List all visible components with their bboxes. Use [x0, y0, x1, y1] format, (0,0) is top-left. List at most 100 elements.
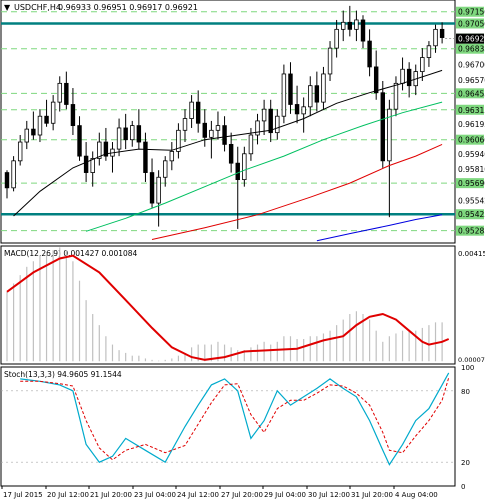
candle-body — [64, 82, 69, 105]
candle-body — [347, 21, 353, 30]
candle-body — [4, 172, 10, 189]
candle-body — [334, 28, 339, 49]
candle-body — [37, 115, 43, 136]
stoch-tick-label: 100 — [461, 364, 474, 372]
candle-body — [420, 57, 425, 73]
price-tick-label: 0.97050 — [458, 19, 485, 28]
candle-body — [149, 172, 155, 204]
candle-body — [182, 118, 188, 131]
time-tick-label: 4 Aug 04:00 — [395, 491, 438, 499]
candle-body — [268, 108, 273, 134]
candle-body — [433, 28, 438, 47]
candle-body — [136, 125, 142, 143]
time-tick-label: 29 Jul 04:00 — [264, 491, 306, 499]
candle-body — [215, 125, 221, 131]
candle-body — [17, 141, 23, 162]
stochastic-panel: Stoch(13,3,3) 94.9605 91.1544 100 80 20 0 — [0, 364, 474, 491]
candle-body — [261, 108, 267, 122]
candle-body — [189, 101, 194, 119]
candle-body — [77, 125, 82, 157]
price-tick-label: 0.95425 — [458, 210, 485, 219]
candle-body — [130, 125, 135, 141]
current-price-label: 0.96921 — [458, 35, 485, 44]
candle-body — [163, 160, 168, 178]
candle-body — [373, 66, 379, 94]
price-tick-label: 0.97150 — [458, 8, 485, 17]
chart-quote: 0.96933 0.96951 0.96917 0.96921 — [58, 3, 198, 12]
candle-body — [209, 129, 214, 138]
candle-body — [44, 115, 49, 124]
price-tick-label: 0.96315 — [458, 106, 485, 115]
time-tick-label: 31 Jul 20:00 — [351, 491, 393, 499]
price-tick-label: 0.95810 — [458, 165, 485, 174]
price-tick-label: 0.96835 — [458, 45, 485, 54]
stoch-label: Stoch(13,3,3) 94.9605 91.1544 — [4, 370, 122, 379]
stoch-plot-frame — [0, 366, 456, 487]
candle-body — [228, 143, 234, 164]
price-panel: 0.97150 0.97050 0.969210.96835 0.96700 0.965… — [0, 0, 485, 244]
candle-body — [301, 106, 306, 115]
time-tick-label: 30 Jul 12:00 — [308, 491, 350, 499]
stoch-tick-label: 0 — [461, 483, 465, 491]
chart-header-arrow: ▼ — [4, 3, 11, 12]
candle-body — [380, 92, 385, 162]
candle-body — [24, 128, 29, 143]
candle-body — [156, 176, 161, 204]
candle-body — [314, 85, 320, 103]
candle-body — [235, 162, 240, 181]
time-axis: 17 Jul 2015 20 Jul 12:00 21 Jul 20:00 23 Ju… — [1, 486, 438, 499]
candle-body — [143, 141, 148, 173]
candle-body — [116, 127, 122, 150]
time-tick-label: 24 Jul 12:00 — [177, 491, 219, 499]
candle-body — [281, 73, 287, 117]
candle-body — [321, 73, 326, 103]
price-tick-label: 0.96455 — [458, 89, 485, 98]
price-plot-frame — [0, 0, 456, 244]
chart-symbol: USDCHF,H4 — [14, 3, 61, 12]
candle-body — [57, 82, 62, 103]
candle-body — [426, 45, 432, 58]
macd-plot-frame — [0, 245, 456, 365]
candle-body — [90, 158, 95, 173]
candle-body — [123, 127, 128, 141]
candle-body — [83, 155, 89, 173]
candle-body — [202, 122, 207, 138]
candle-body — [50, 101, 56, 124]
time-tick-label: 17 Jul 2015 — [3, 491, 43, 499]
time-tick-label: 27 Jul 20:00 — [221, 491, 263, 499]
candle-body — [288, 73, 293, 105]
chart-canvas: 0.97150 0.97050 0.969210.96835 0.96700 0.965… — [0, 0, 485, 499]
stoch-tick-label: 20 — [461, 459, 470, 467]
macd-tick-bottom: 0.000074 — [458, 356, 485, 364]
candle-body — [393, 82, 399, 110]
candle-body — [354, 19, 359, 30]
price-tick-label: 0.96700 — [458, 61, 485, 70]
candle-body — [222, 125, 227, 145]
candle-body — [275, 115, 280, 134]
time-tick-label: 20 Jul 12:00 — [47, 491, 89, 499]
time-tick-label: 21 Jul 20:00 — [90, 491, 132, 499]
stoch-tick-label: 80 — [461, 388, 470, 396]
candle-body — [11, 160, 16, 189]
candle-body — [341, 21, 346, 30]
candle-body — [406, 68, 412, 87]
price-tick-label: 0.96060 — [458, 136, 485, 145]
price-tick-label: 0.95285 — [458, 227, 485, 236]
macd-tick-top: 0.00415 — [458, 250, 485, 258]
macd-panel: MACD(12,26,9) 0.001427 0.001084 0.004150.… — [0, 245, 485, 365]
candle-body — [439, 28, 445, 38]
price-tick-label: 0.96570 — [458, 76, 485, 85]
candle-body — [367, 40, 372, 68]
price-tick-label: 0.96195 — [458, 120, 485, 129]
candle-body — [31, 128, 36, 136]
candle-body — [308, 85, 313, 108]
price-tick-label: 0.95940 — [458, 150, 485, 159]
candle-body — [360, 19, 366, 42]
time-tick-label: 23 Jul 04:00 — [134, 491, 176, 499]
candle-body — [195, 101, 201, 124]
candle-body — [400, 68, 405, 84]
candle-body — [327, 47, 333, 75]
candle-body — [242, 153, 247, 181]
candle-body — [248, 134, 254, 155]
candle-body — [169, 151, 175, 162]
